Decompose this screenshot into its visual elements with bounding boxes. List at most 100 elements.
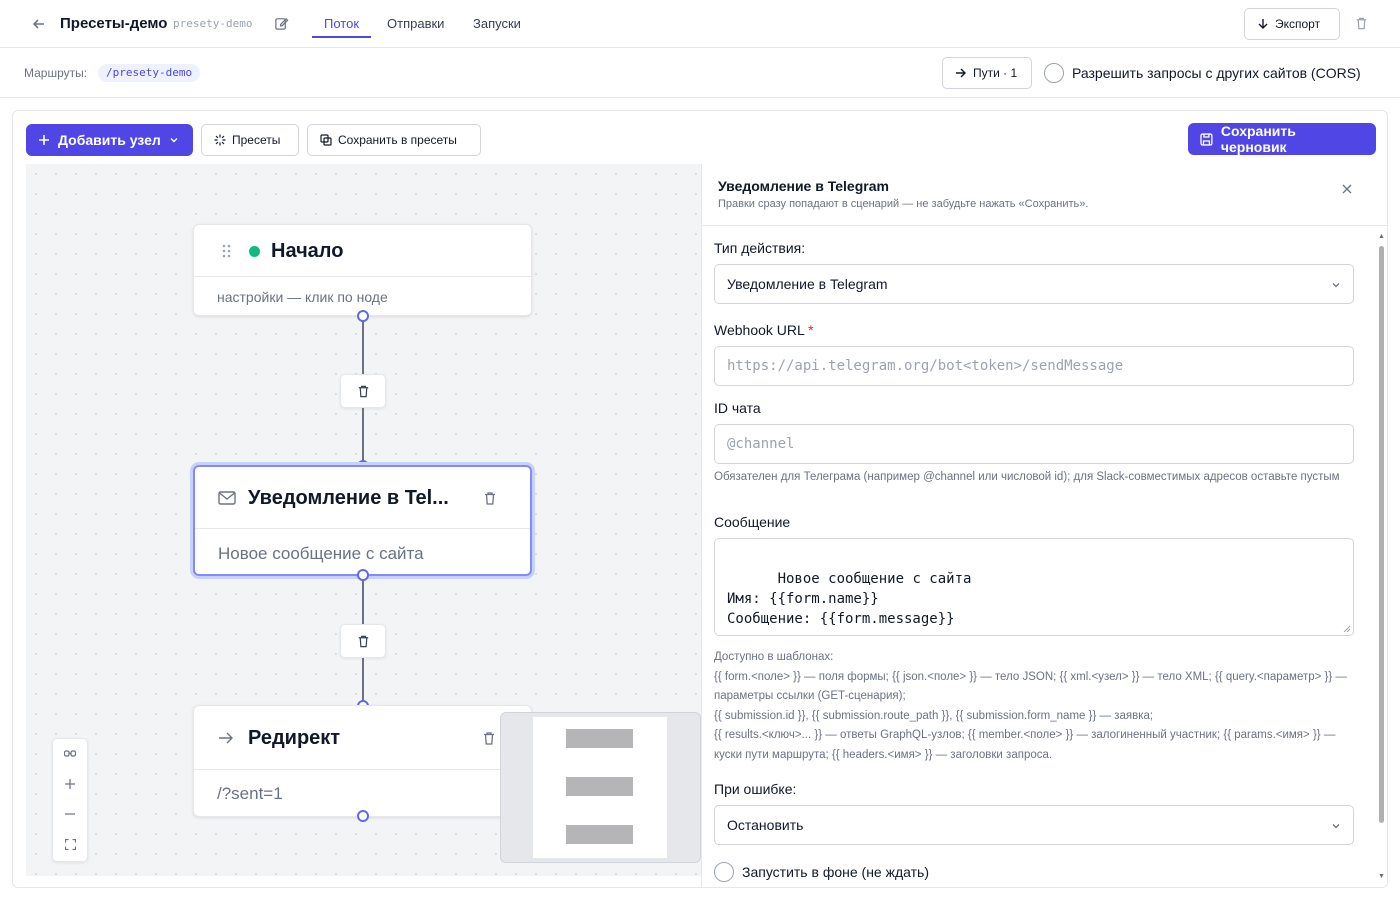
run-in-background-label: Запустить в фоне (не ждать) <box>742 864 929 880</box>
node-title: Редирект <box>248 727 341 749</box>
top-bar: Пресеты-демо presety-demo Поток Отправки… <box>0 0 1400 48</box>
flow-node-redirect[interactable]: Редирект /?sent=1 <box>193 705 532 817</box>
presets-button[interactable]: Пресеты <box>201 124 299 156</box>
edge-delete-button[interactable] <box>340 374 386 408</box>
action-type-label: Тип действия: <box>714 240 806 256</box>
save-draft-button[interactable]: Сохранить черновик <box>1188 123 1376 155</box>
cors-checkbox[interactable] <box>1044 63 1064 83</box>
node-subtitle: настройки — клик по ноде <box>217 289 388 305</box>
export-label: Экспорт <box>1275 17 1321 31</box>
scroll-up-icon[interactable]: ▲ <box>1378 233 1385 240</box>
node-handle[interactable] <box>357 569 369 581</box>
on-error-value: Остановить <box>727 817 804 833</box>
trash-icon <box>358 385 368 397</box>
editor-card: Добавить узел Пресеты Сохранить в пресет… <box>12 110 1388 888</box>
node-subtitle: /?sent=1 <box>217 784 283 803</box>
copy-icon <box>320 134 332 146</box>
presets-label: Пресеты <box>232 133 281 147</box>
drag-handle-icon[interactable] <box>222 244 232 258</box>
flow-node-start[interactable]: Начало настройки — клик по ноде <box>193 224 532 316</box>
run-in-background-checkbox[interactable] <box>714 862 734 882</box>
on-error-label: При ошибке: <box>714 781 797 797</box>
routes-bar: Маршруты: /presety-demo Пути · 1 Разреши… <box>0 48 1400 98</box>
message-value: Новое сообщение с сайта Имя: {{form.name… <box>727 571 972 627</box>
flow-node-telegram[interactable]: Уведомление в Tel... Новое сообщение с с… <box>193 465 532 576</box>
webhook-url-placeholder: https://api.telegram.org/bot<token>/send… <box>727 358 1124 374</box>
tab-flow[interactable]: Поток <box>324 16 359 31</box>
webhook-url-input[interactable]: https://api.telegram.org/bot<token>/send… <box>714 346 1354 386</box>
chevron-down-icon <box>1332 283 1340 288</box>
fullscreen-icon[interactable] <box>53 829 87 859</box>
trash-icon <box>358 635 368 647</box>
node-settings-panel: Уведомление в Telegram Правки сразу попа… <box>701 164 1387 887</box>
message-textarea[interactable]: Новое сообщение с сайта Имя: {{form.name… <box>714 538 1354 636</box>
save-to-presets-button[interactable]: Сохранить в пресеты <box>307 124 481 156</box>
trash-icon[interactable] <box>1354 16 1369 31</box>
action-type-value: Уведомление в Telegram <box>727 276 888 292</box>
active-tab-indicator <box>312 36 371 38</box>
fit-view-icon[interactable] <box>53 739 87 769</box>
cors-label: Разрешить запросы с других сайтов (CORS) <box>1072 65 1361 81</box>
message-label: Сообщение <box>714 514 791 530</box>
minimap-node <box>566 777 633 796</box>
page-slug: presety-demo <box>173 17 253 30</box>
edit-icon[interactable] <box>274 16 289 31</box>
save-draft-label: Сохранить черновик <box>1220 123 1296 155</box>
divider <box>702 225 1387 226</box>
node-subtitle: Новое сообщение с сайта <box>218 544 424 563</box>
paths-label: Пути · 1 <box>973 66 1018 80</box>
chat-id-label: ID чата <box>714 400 761 416</box>
minimap[interactable] <box>500 712 701 863</box>
trash-icon[interactable] <box>482 490 498 507</box>
chat-id-help: Обязателен для Телеграма (например @chan… <box>714 471 1340 483</box>
resize-handle-icon[interactable] <box>1343 625 1351 633</box>
arrow-right-icon <box>956 68 966 78</box>
node-handle[interactable] <box>357 310 369 322</box>
action-type-select[interactable]: Уведомление в Telegram <box>714 264 1354 304</box>
back-arrow-icon[interactable] <box>30 15 48 33</box>
panel-scrollbar[interactable]: ▲ ▼ <box>1378 233 1385 882</box>
node-title: Начало <box>271 240 344 262</box>
status-dot <box>249 246 260 257</box>
add-node-button[interactable]: Добавить узел <box>26 124 193 156</box>
save-to-presets-label: Сохранить в пресеты <box>338 133 457 147</box>
mail-icon <box>218 491 236 505</box>
tab-runs[interactable]: Запуски <box>473 16 521 31</box>
node-title: Уведомление в Tel... <box>248 487 449 509</box>
sparkle-icon <box>214 134 226 146</box>
chevron-down-icon <box>170 138 178 143</box>
template-help: Доступно в шаблонах: {{ form.<поле> }} —… <box>714 651 1347 761</box>
tab-submissions[interactable]: Отправки <box>387 16 444 31</box>
page-title: Пресеты-демо <box>60 15 168 32</box>
node-handle[interactable] <box>357 810 369 822</box>
webhook-url-label: Webhook URL * <box>714 322 814 338</box>
minimap-viewport <box>533 717 667 858</box>
save-icon <box>1200 132 1213 146</box>
minimap-node <box>566 825 633 844</box>
close-icon[interactable] <box>1340 182 1354 196</box>
export-button[interactable]: Экспорт <box>1244 8 1340 40</box>
arrow-down-icon <box>1258 19 1268 29</box>
scroll-thumb[interactable] <box>1379 246 1384 823</box>
chat-id-input[interactable]: @channel <box>714 424 1354 464</box>
panel-title: Уведомление в Telegram <box>718 178 889 194</box>
on-error-select[interactable]: Остановить <box>714 805 1354 845</box>
chevron-down-icon <box>1332 824 1340 829</box>
node-header <box>194 225 531 277</box>
chat-id-placeholder: @channel <box>727 436 795 452</box>
paths-button[interactable]: Пути · 1 <box>942 57 1032 89</box>
required-marker: * <box>808 322 814 338</box>
routes-label: Маршруты: <box>24 66 88 80</box>
panel-subtitle: Правки сразу попадают в сценарий — не за… <box>718 198 1089 210</box>
zoom-in-icon[interactable] <box>53 769 87 799</box>
flow-canvas[interactable]: Начало настройки — клик по ноде Уведомле… <box>26 164 701 876</box>
arrow-right-icon <box>219 732 233 744</box>
zoom-out-icon[interactable] <box>53 799 87 829</box>
route-chip[interactable]: /presety-demo <box>98 64 201 82</box>
scroll-down-icon[interactable]: ▼ <box>1378 873 1385 880</box>
minimap-node <box>566 729 633 748</box>
edge-delete-button[interactable] <box>340 624 386 658</box>
webhook-url-label-text: Webhook URL <box>714 322 805 338</box>
trash-icon[interactable] <box>481 730 497 747</box>
add-node-label: Добавить узел <box>58 132 161 148</box>
